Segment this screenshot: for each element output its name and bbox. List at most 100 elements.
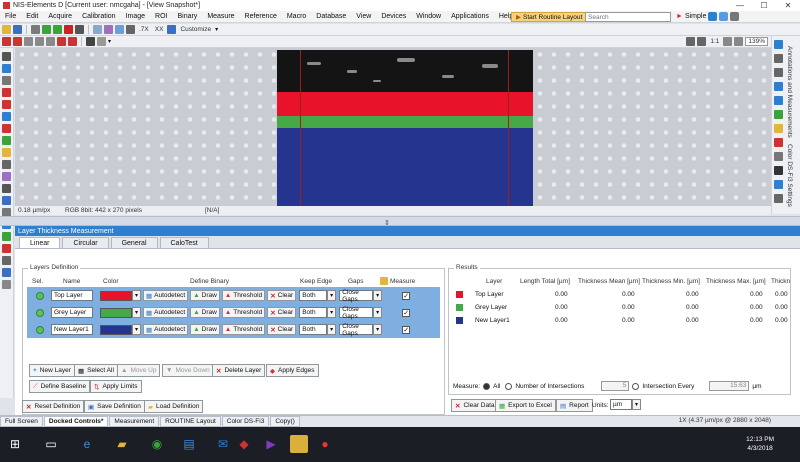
chevron-down-icon[interactable]: ▾ (373, 307, 383, 318)
open-icon[interactable] (2, 25, 11, 34)
layer-select-radio[interactable] (36, 325, 44, 334)
record-icon[interactable] (64, 25, 73, 34)
fit-icon[interactable] (686, 37, 696, 46)
tab-annotations-measurements[interactable]: Annotations and Measurements (786, 46, 793, 138)
simple-layout-switch[interactable]: ► Simple (676, 11, 740, 22)
menu-measure[interactable]: Measure (202, 13, 239, 20)
minimize-button[interactable]: — (728, 0, 752, 11)
intersections-input[interactable]: 5 (601, 381, 630, 391)
apply-edges-button[interactable]: ◆ Apply Edges (266, 364, 319, 377)
hand-icon[interactable] (2, 76, 11, 85)
chevron-down-icon[interactable]: ▾ (373, 290, 383, 301)
tab-copy[interactable]: Copy() (270, 416, 300, 427)
clock[interactable]: 12:13 PM 4/3/2018 (746, 435, 774, 453)
radio-every[interactable] (632, 382, 640, 390)
menu-database[interactable]: Database (311, 13, 351, 20)
layer-color-swatch[interactable] (100, 290, 132, 301)
tools-icon[interactable] (2, 280, 11, 289)
menu-file[interactable]: File (0, 13, 21, 20)
recording-icon[interactable]: ● (316, 435, 334, 453)
text-icon[interactable] (2, 88, 11, 97)
link-icon[interactable] (774, 180, 783, 189)
threshold-button[interactable]: ▲ Threshold (221, 290, 266, 301)
flip-icon[interactable] (24, 37, 33, 46)
menu-binary[interactable]: Binary (172, 13, 202, 20)
camera-icon[interactable] (2, 184, 11, 193)
save-icon[interactable] (13, 25, 22, 34)
menu-acquire[interactable]: Acquire (43, 13, 77, 20)
measure-checkbox[interactable]: ✓ (402, 291, 411, 300)
keep-edge-select[interactable]: Both (299, 307, 328, 318)
lut-icon[interactable] (2, 172, 11, 181)
export-icon[interactable] (167, 25, 177, 34)
crop-icon[interactable] (35, 37, 44, 46)
pane-splitter[interactable]: ⇕ (0, 216, 800, 227)
select-all-button[interactable]: ▦ Select All (74, 364, 118, 377)
results-row[interactable]: Top Layer 0.00 0.00 0.00 0.00 0.00 (453, 290, 788, 301)
roi-icon[interactable] (2, 100, 11, 109)
tab-linear[interactable]: Linear (19, 237, 61, 248)
chevron-down-icon[interactable]: ▾ (132, 290, 141, 301)
layers-icon[interactable] (774, 194, 783, 203)
stop-icon[interactable] (75, 25, 84, 34)
windows-start-icon[interactable]: ⊞ (6, 435, 24, 453)
measure-checkbox[interactable]: ✓ (402, 325, 411, 334)
tab-docked-controls[interactable]: Docked Controls* (43, 416, 109, 427)
chevron-down-icon[interactable]: ▾ (327, 290, 337, 301)
measurement-line-left[interactable] (300, 50, 301, 206)
gaps-select[interactable]: Close Gaps (339, 306, 374, 320)
draw-button[interactable]: ▲ Draw (190, 324, 220, 335)
settings-icon[interactable] (730, 12, 740, 21)
zoom-factor-2[interactable]: XX (153, 26, 166, 33)
menu-image[interactable]: Image (121, 13, 150, 20)
tab-full-screen[interactable]: Full Screen (0, 416, 43, 427)
measurement-line-right[interactable] (508, 50, 509, 206)
autodetect-button[interactable]: ▦ Autodetect (143, 290, 189, 301)
layer-color-swatch[interactable] (100, 307, 132, 318)
clear-button[interactable]: ✕ Clear (267, 324, 297, 335)
chevron-down-icon[interactable]: ▾ (215, 26, 218, 33)
layer-color-swatch[interactable] (100, 324, 132, 335)
image-icon[interactable] (774, 110, 783, 119)
macro-icon[interactable] (2, 232, 11, 241)
help-icon[interactable] (380, 277, 388, 285)
units-select[interactable]: µm ▾ (610, 399, 641, 410)
every-input[interactable]: 15.63 (709, 381, 750, 391)
database-icon[interactable] (2, 244, 11, 253)
zoom-in-icon[interactable] (734, 37, 744, 46)
close-button[interactable]: ✕ (776, 0, 800, 11)
results-row[interactable]: New Layer1 0.00 0.00 0.00 0.00 0.00 (453, 316, 788, 327)
flag-icon[interactable] (774, 138, 783, 147)
start-routine-layout-button[interactable]: ▶ Start Routine Layout (511, 12, 588, 22)
select-arrow-icon[interactable] (2, 52, 11, 61)
line-tool-icon[interactable] (57, 37, 66, 46)
move-up-button[interactable]: ▲ Move Up (117, 364, 161, 377)
measure-icon[interactable] (774, 96, 783, 105)
gaps-select[interactable]: Close Gaps (339, 289, 374, 303)
clear-button[interactable]: ✕ Clear (267, 307, 297, 318)
live-icon[interactable] (42, 25, 51, 34)
annotation-icon[interactable] (2, 136, 11, 145)
menu-reference[interactable]: Reference (240, 13, 282, 20)
keep-edge-select[interactable]: Both (299, 290, 328, 301)
autodetect-button[interactable]: ▦ Autodetect (143, 307, 189, 318)
keep-edge-select[interactable]: Both (299, 324, 328, 335)
chevron-down-icon[interactable]: ▾ (327, 307, 337, 318)
results-row[interactable]: Grey Layer 0.00 0.00 0.00 0.00 0.00 (453, 303, 788, 314)
layer-name-field[interactable]: New Layer1 (51, 324, 93, 335)
store-icon[interactable]: ▤ (180, 435, 198, 453)
draw-button[interactable]: ▲ Draw (190, 290, 220, 301)
camera-icon[interactable] (31, 25, 40, 34)
fit-width-icon[interactable] (697, 37, 707, 46)
binary-icon[interactable] (2, 124, 11, 133)
tab-color-ds-fi3-settings[interactable]: Color DS-Fi3 Settings (786, 144, 793, 207)
zoom-icon[interactable] (115, 25, 124, 34)
tab-color-ds-fi3[interactable]: Color DS-Fi3 (221, 416, 270, 427)
autodetect-button[interactable]: ▦ Autodetect (143, 324, 189, 335)
rotate-left-icon[interactable] (2, 37, 11, 46)
chart-icon[interactable] (774, 82, 783, 91)
load-definition-button[interactable]: ▰ Load Definition (144, 400, 204, 413)
menu-edit[interactable]: Edit (21, 13, 43, 20)
define-baseline-button[interactable]: ⟋ Define Baseline (29, 380, 91, 393)
sample-image[interactable] (277, 50, 533, 206)
